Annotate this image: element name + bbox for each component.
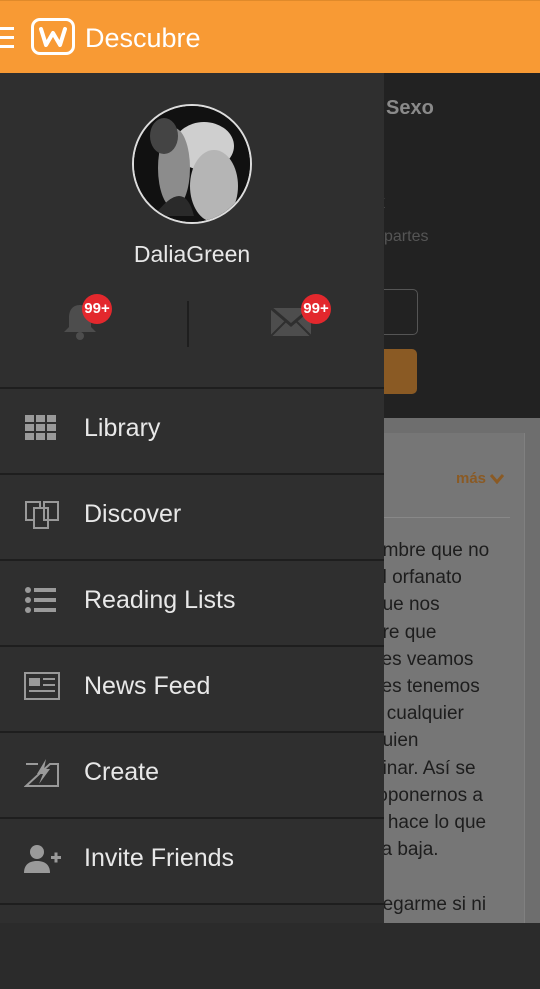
menu-item-create[interactable]: Create xyxy=(0,731,384,817)
notifications-badge: 99+ xyxy=(82,294,112,324)
menu-item-label: Library xyxy=(84,414,161,442)
more-link: más xyxy=(456,470,505,487)
story-title-fragment: Sexo xyxy=(386,97,434,119)
drawer-menu: Library Discover Reading Lists News Feed… xyxy=(0,387,384,989)
messages-badge: 99+ xyxy=(301,294,331,324)
menu-item-news-feed[interactable]: News Feed xyxy=(0,645,384,731)
menu-item-label: News Feed xyxy=(84,672,211,700)
username: DaliaGreen xyxy=(133,241,251,267)
divider xyxy=(384,517,510,518)
page-title: Descubre xyxy=(85,23,201,53)
create-icon xyxy=(23,758,60,790)
discover-icon xyxy=(24,500,60,532)
menu-item-reading-lists[interactable]: Reading Lists xyxy=(0,559,384,645)
grid-icon xyxy=(24,414,60,446)
menu-icon[interactable] xyxy=(0,27,14,49)
wattpad-logo-icon[interactable] xyxy=(31,18,75,55)
menu-item-partial[interactable] xyxy=(0,903,384,989)
story-description-text: ombre que no el orfanato que nos bre que… xyxy=(372,540,490,915)
menu-item-label: Create xyxy=(84,758,160,786)
menu-item-discover[interactable]: Discover xyxy=(0,473,384,559)
app-bar: Descubre xyxy=(0,0,540,73)
newsfeed-icon xyxy=(24,672,60,704)
menu-item-label: Invite Friends xyxy=(84,844,235,872)
menu-item-label: Reading Lists xyxy=(84,586,236,614)
story-parts-fragment: partes xyxy=(384,228,429,245)
menu-item-label: Discover xyxy=(84,500,182,528)
menu-item-invite-friends[interactable]: Invite Friends xyxy=(0,817,384,903)
add-person-icon xyxy=(24,844,61,876)
chevron-down-icon xyxy=(490,474,505,485)
navigation-drawer: DaliaGreen 99+ 99+ Library Discover Read… xyxy=(0,73,384,923)
list-icon xyxy=(24,586,60,618)
avatar[interactable] xyxy=(132,104,252,224)
menu-item-library[interactable]: Library xyxy=(0,387,384,473)
divider xyxy=(187,301,189,347)
